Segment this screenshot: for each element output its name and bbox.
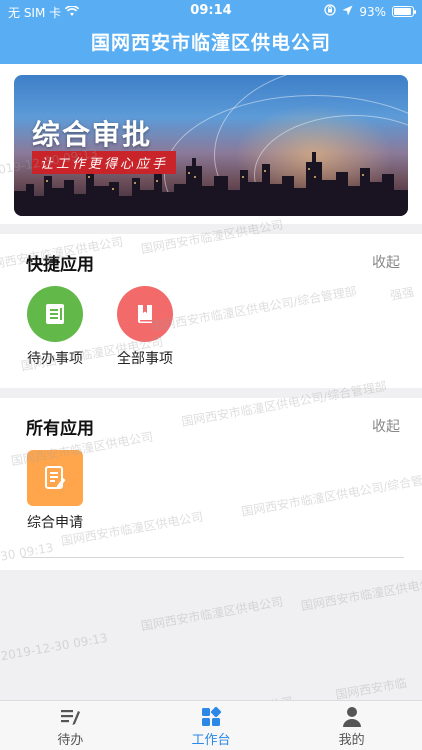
battery-icon <box>392 6 416 17</box>
section-divider <box>22 557 404 558</box>
watermark-text: 2019-12-30 09:13 <box>0 630 109 664</box>
watermark-text: 国网西安市临潼区供电公司 <box>299 574 422 614</box>
status-right: 93% <box>324 4 416 19</box>
tab-mine[interactable]: 我的 <box>281 701 422 750</box>
tab-todo[interactable]: 待办 <box>0 701 141 750</box>
nav-bar: 国网西安市临潼区供电公司 <box>0 22 422 64</box>
all-apps-section: 所有应用 收起 综合申请 <box>0 398 422 570</box>
orientation-lock-icon <box>324 4 336 19</box>
all-apps-title: 所有应用 <box>26 419 94 439</box>
user-tab-icon <box>281 706 422 728</box>
app-general-application[interactable]: 综合申请 <box>15 450 95 532</box>
todo-list-icon <box>27 286 83 342</box>
watermark-text: 国网西安市临 <box>334 675 408 703</box>
app-label: 全部事项 <box>117 351 173 367</box>
watermark-text: 国网西安市临潼区供电公司 <box>139 594 285 634</box>
app-todo-items[interactable]: 待办事项 <box>15 286 95 368</box>
tab-label: 我的 <box>338 733 365 748</box>
app-label: 待办事项 <box>27 351 83 367</box>
tab-label: 待办 <box>57 733 84 748</box>
status-bar: 无 SIM 卡 09:14 93% <box>0 0 422 22</box>
banner-slogan: 让工作更得心应手 <box>32 151 177 174</box>
quick-apps-title: 快捷应用 <box>26 255 94 275</box>
battery-percent: 93% <box>359 4 386 19</box>
form-edit-icon <box>27 450 83 506</box>
tab-bar: 待办 工作台 我的 <box>0 700 422 750</box>
banner-image[interactable]: 综合审批 让工作更得心应手 <box>14 75 408 216</box>
todo-tab-icon <box>0 706 141 728</box>
banner-section: 综合审批 让工作更得心应手 <box>0 64 422 224</box>
quick-apps-collapse-button[interactable]: 收起 <box>372 252 400 272</box>
location-icon <box>342 5 353 19</box>
banner-title: 综合审批 <box>32 118 153 151</box>
app-label: 综合申请 <box>27 515 83 531</box>
quick-apps-section: 快捷应用 收起 待办事项 全部事项 <box>0 234 422 388</box>
page-title: 国网西安市临潼区供电公司 <box>90 32 331 54</box>
book-icon <box>117 286 173 342</box>
workbench-tab-icon <box>141 706 282 728</box>
tab-label: 工作台 <box>191 733 231 748</box>
app-all-items[interactable]: 全部事项 <box>105 286 185 368</box>
all-apps-collapse-button[interactable]: 收起 <box>372 416 400 436</box>
tab-workbench[interactable]: 工作台 <box>141 701 282 750</box>
